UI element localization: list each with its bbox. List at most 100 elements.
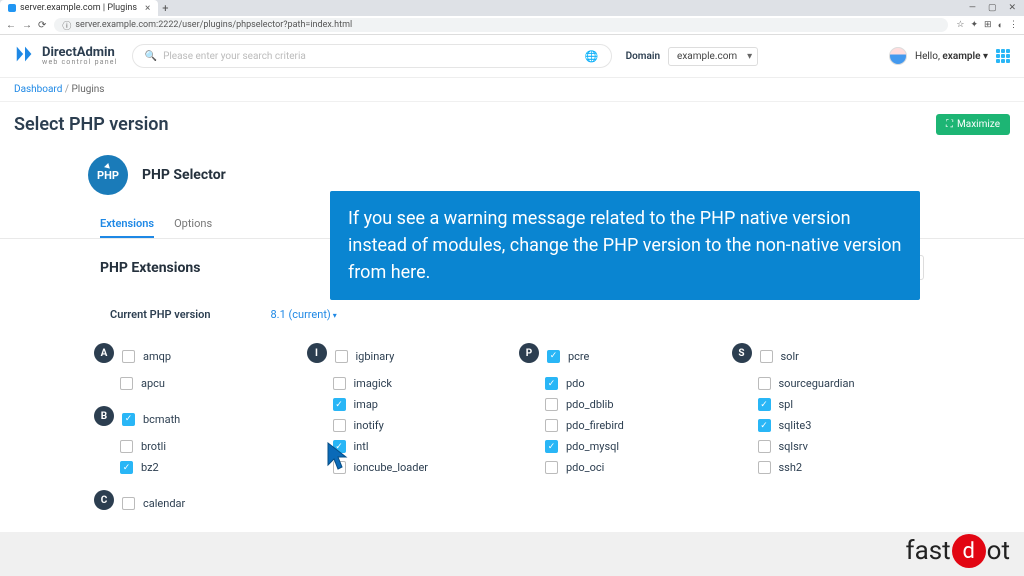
checkbox-igbinary[interactable] (335, 350, 348, 363)
favicon-icon (8, 4, 16, 12)
checkbox-calendar[interactable] (122, 497, 135, 510)
checkbox-pdo-oci[interactable] (545, 461, 558, 474)
version-dropdown[interactable]: 8.1 (current) (270, 308, 336, 321)
checkbox-pdo-dblib[interactable] (545, 398, 558, 411)
checkbox-intl[interactable] (333, 440, 346, 453)
apps-grid-icon[interactable] (996, 49, 1010, 63)
ext-amqp: amqp (143, 350, 171, 363)
avatar[interactable] (889, 47, 907, 65)
ext-imagick: imagick (354, 377, 393, 390)
checkbox-pdo[interactable] (545, 377, 558, 390)
checkbox-ssh2[interactable] (758, 461, 771, 474)
ext-pcre: pcre (568, 350, 589, 363)
window-controls: — ▢ ✕ (969, 3, 1024, 13)
checkbox-solr[interactable] (760, 350, 773, 363)
section-title: PHP Extensions (100, 260, 200, 276)
close-window-icon[interactable]: ✕ (1008, 3, 1016, 13)
ext-brotli: brotli (141, 440, 166, 453)
maximize-window-icon[interactable]: ▢ (988, 3, 997, 13)
checkbox-inotify[interactable] (333, 419, 346, 432)
php-badge-icon: PHP (88, 155, 128, 195)
checkbox-imagick[interactable] (333, 377, 346, 390)
info-icon: ⓘ (62, 19, 71, 32)
logo[interactable]: DirectAdmin web control panel (14, 43, 118, 69)
breadcrumb-current: Plugins (71, 84, 104, 95)
checkbox-bcmath[interactable] (122, 413, 135, 426)
checkbox-sourceguardian[interactable] (758, 377, 771, 390)
checkbox-imap[interactable] (333, 398, 346, 411)
checkbox-sqlsrv[interactable] (758, 440, 771, 453)
back-icon[interactable]: ← (6, 20, 16, 31)
letter-a: A (94, 343, 114, 363)
new-tab-button[interactable]: + (158, 2, 172, 15)
search-field[interactable] (163, 51, 579, 62)
ext-igbinary: igbinary (356, 350, 395, 363)
extension-icon[interactable]: ✦ (970, 20, 978, 31)
reload-icon[interactable]: ⟳ (38, 20, 46, 31)
logo-icon (14, 43, 36, 69)
ext-bz2: bz2 (141, 461, 159, 474)
ext-sqlite3: sqlite3 (779, 419, 812, 432)
expand-icon: ⛶ (946, 119, 953, 130)
star-icon[interactable]: ☆ (956, 20, 964, 31)
app-header: DirectAdmin web control panel 🔍 🌐 Domain… (0, 35, 1024, 78)
letter-c: C (94, 490, 114, 510)
checkbox-pcre[interactable] (547, 350, 560, 363)
forward-icon[interactable]: → (22, 20, 32, 31)
ext-sqlsrv: sqlsrv (779, 440, 808, 453)
checkbox-pdo-firebird[interactable] (545, 419, 558, 432)
checkbox-amqp[interactable] (122, 350, 135, 363)
close-icon[interactable]: × (145, 3, 150, 14)
ext-spl: spl (779, 398, 794, 411)
checkbox-apcu[interactable] (120, 377, 133, 390)
tab-extensions[interactable]: Extensions (100, 211, 154, 238)
checkbox-spl[interactable] (758, 398, 771, 411)
ext-ssh2: ssh2 (779, 461, 803, 474)
brand-tagline: web control panel (42, 59, 118, 66)
domain-dropdown[interactable]: example.com (668, 47, 758, 66)
ext-solr: solr (781, 350, 799, 363)
greeting: Hello, example ▾ (915, 51, 988, 62)
checkbox-sqlite3[interactable] (758, 419, 771, 432)
ext-pdo-mysql: pdo_mysql (566, 440, 619, 453)
menu-icon[interactable]: ⋮ (1009, 20, 1018, 31)
address-bar: ← → ⟳ ⓘ server.example.com:2222/user/plu… (0, 16, 1024, 34)
ext-sourceguardian: sourceguardian (779, 377, 855, 390)
ext-ioncube: ioncube_loader (354, 461, 429, 474)
checkbox-brotli[interactable] (120, 440, 133, 453)
breadcrumb: Dashboard / Plugins (0, 78, 1024, 102)
search-icon: 🔍 (145, 51, 157, 62)
ext-pdo-firebird: pdo_firebird (566, 419, 624, 432)
ext-inotify: inotify (354, 419, 384, 432)
breadcrumb-root[interactable]: Dashboard (14, 84, 62, 95)
ext-apcu: apcu (141, 377, 165, 390)
help-overlay: If you see a warning message related to … (330, 191, 920, 300)
ext-pdo-dblib: pdo_dblib (566, 398, 614, 411)
puzzle-icon[interactable]: ⊞ (984, 20, 992, 31)
letter-s: S (732, 343, 752, 363)
ext-bcmath: bcmath (143, 413, 180, 426)
search-input[interactable]: 🔍 🌐 (132, 44, 612, 68)
browser-tab-bar: server.example.com | Plugins × + — ▢ ✕ (0, 0, 1024, 16)
tab-options[interactable]: Options (174, 211, 212, 238)
minimize-icon[interactable]: — (969, 3, 976, 13)
profile-icon[interactable]: ◐ (998, 20, 1003, 31)
checkbox-pdo-mysql[interactable] (545, 440, 558, 453)
ext-pdo-oci: pdo_oci (566, 461, 604, 474)
checkbox-bz2[interactable] (120, 461, 133, 474)
ext-intl: intl (354, 440, 369, 453)
tab-title: server.example.com | Plugins (20, 3, 137, 13)
url-text: server.example.com:2222/user/plugins/php… (75, 20, 352, 30)
letter-b: B (94, 406, 114, 426)
browser-tab[interactable]: server.example.com | Plugins × (0, 0, 158, 16)
selector-title: PHP Selector (142, 167, 226, 183)
checkbox-ioncube[interactable] (333, 461, 346, 474)
globe-icon[interactable]: 🌐 (585, 50, 599, 63)
ext-imap: imap (354, 398, 378, 411)
letter-p: P (519, 343, 539, 363)
version-label: Current PHP version (110, 308, 210, 321)
watermark: fastdot (906, 534, 1010, 568)
maximize-button[interactable]: ⛶ Maximize (936, 114, 1010, 135)
url-input[interactable]: ⓘ server.example.com:2222/user/plugins/p… (54, 18, 948, 32)
page-title: Select PHP version (14, 114, 169, 135)
